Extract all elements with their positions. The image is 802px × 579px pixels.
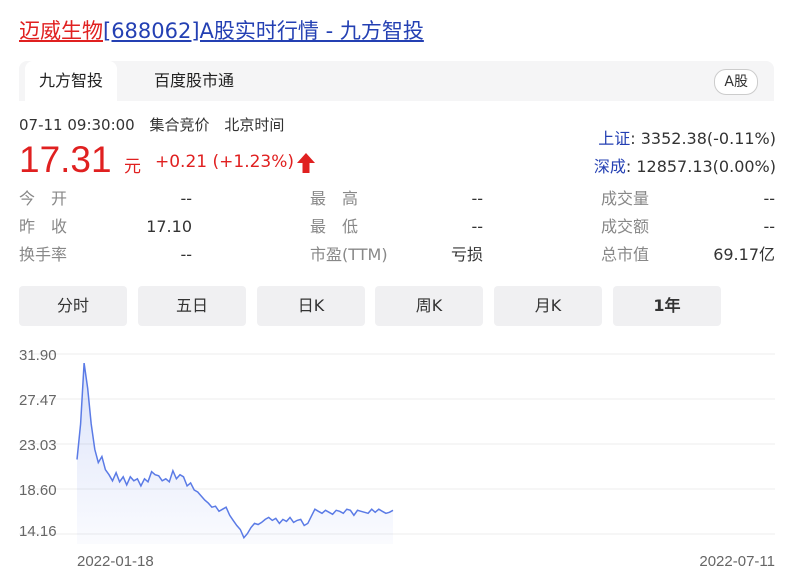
index-name[interactable]: 深成: [594, 157, 626, 176]
current-price: 17.31: [19, 139, 112, 180]
period-button-5day[interactable]: 五日: [138, 286, 246, 326]
quote-time: 07-11 09:30:00: [19, 116, 135, 134]
x-tick-label: 2022-01-18: [77, 553, 154, 570]
stat-label: 市盈(TTM): [310, 245, 388, 264]
price-area: [77, 363, 393, 544]
stat-value: --: [763, 217, 775, 236]
quote-meta: 07-11 09:30:00 集合竞价 北京时间: [19, 114, 294, 135]
stat-value: 69.17亿: [713, 245, 775, 264]
index-shanghai[interactable]: 上证: 3352.38(-0.11%): [598, 125, 776, 149]
period-button-monthly-k[interactable]: 月K: [494, 286, 602, 326]
x-tick-label: 2022-07-11: [699, 553, 775, 570]
price-change: +0.21 (+1.23%): [155, 152, 295, 172]
period-button-1year[interactable]: 1年: [613, 286, 721, 326]
y-tick-label: 18.60: [19, 482, 57, 499]
y-tick-label: 27.47: [19, 392, 57, 409]
stat-label: 最 低: [310, 217, 359, 236]
session-label: 集合竞价: [149, 116, 210, 134]
stat-label: 成交额: [601, 217, 650, 236]
stat-value: --: [763, 189, 775, 208]
stat-label: 今 开: [19, 189, 68, 208]
price-unit: 元: [124, 157, 141, 177]
timezone-label: 北京时间: [224, 116, 285, 134]
stock-quote-link[interactable]: [688062]A股实时行情 - 九方智投: [103, 19, 424, 43]
stat-value: --: [180, 245, 192, 264]
up-arrow-icon: [297, 153, 315, 173]
y-tick-label: 23.03: [19, 437, 57, 454]
index-value: : 3352.38(-0.11%): [630, 129, 776, 148]
tab-jiufang[interactable]: 九方智投: [25, 61, 118, 101]
period-button-intraday[interactable]: 分时: [19, 286, 127, 326]
stats-row: 昨 收 17.10 最 低 -- 成交额 --: [19, 213, 775, 241]
tab-baidu-stock[interactable]: 百度股市通: [154, 61, 234, 101]
stat-label: 总市值: [601, 245, 650, 264]
period-button-weekly-k[interactable]: 周K: [375, 286, 483, 326]
stat-value: --: [180, 189, 192, 208]
stats-row: 换手率 -- 市盈(TTM) 亏损 总市值 69.17亿: [19, 241, 775, 269]
stats-row: 今 开 -- 最 高 -- 成交量 --: [19, 185, 775, 213]
page-title: 迈威生物[688062]A股实时行情 - 九方智投: [19, 16, 424, 46]
stat-value: 亏损: [450, 245, 483, 264]
stock-name-link[interactable]: 迈威生物: [19, 19, 103, 43]
price-chart[interactable]: 31.90 27.47 23.03 18.60 14.16 2022-01-18 2022-…: [0, 335, 802, 579]
period-button-daily-k[interactable]: 日K: [257, 286, 365, 326]
market-badge: A股: [714, 69, 758, 95]
index-name[interactable]: 上证: [598, 129, 630, 148]
stat-label: 最 高: [310, 189, 359, 208]
y-tick-label: 31.90: [19, 347, 57, 364]
index-shenzhen[interactable]: 深成: 12857.13(0.00%): [594, 153, 776, 177]
stat-label: 成交量: [601, 189, 650, 208]
index-value: : 12857.13(0.00%): [625, 157, 776, 176]
source-tabbar: 九方智投 百度股市通 A股: [19, 61, 774, 101]
period-selector: 分时 五日 日K 周K 月K 1年: [19, 286, 775, 326]
stat-value: --: [471, 189, 483, 208]
stat-label: 昨 收: [19, 217, 68, 236]
stat-value: --: [471, 217, 483, 236]
stat-label: 换手率: [19, 245, 68, 264]
stat-value: 17.10: [146, 217, 192, 236]
y-tick-label: 14.16: [19, 523, 57, 540]
